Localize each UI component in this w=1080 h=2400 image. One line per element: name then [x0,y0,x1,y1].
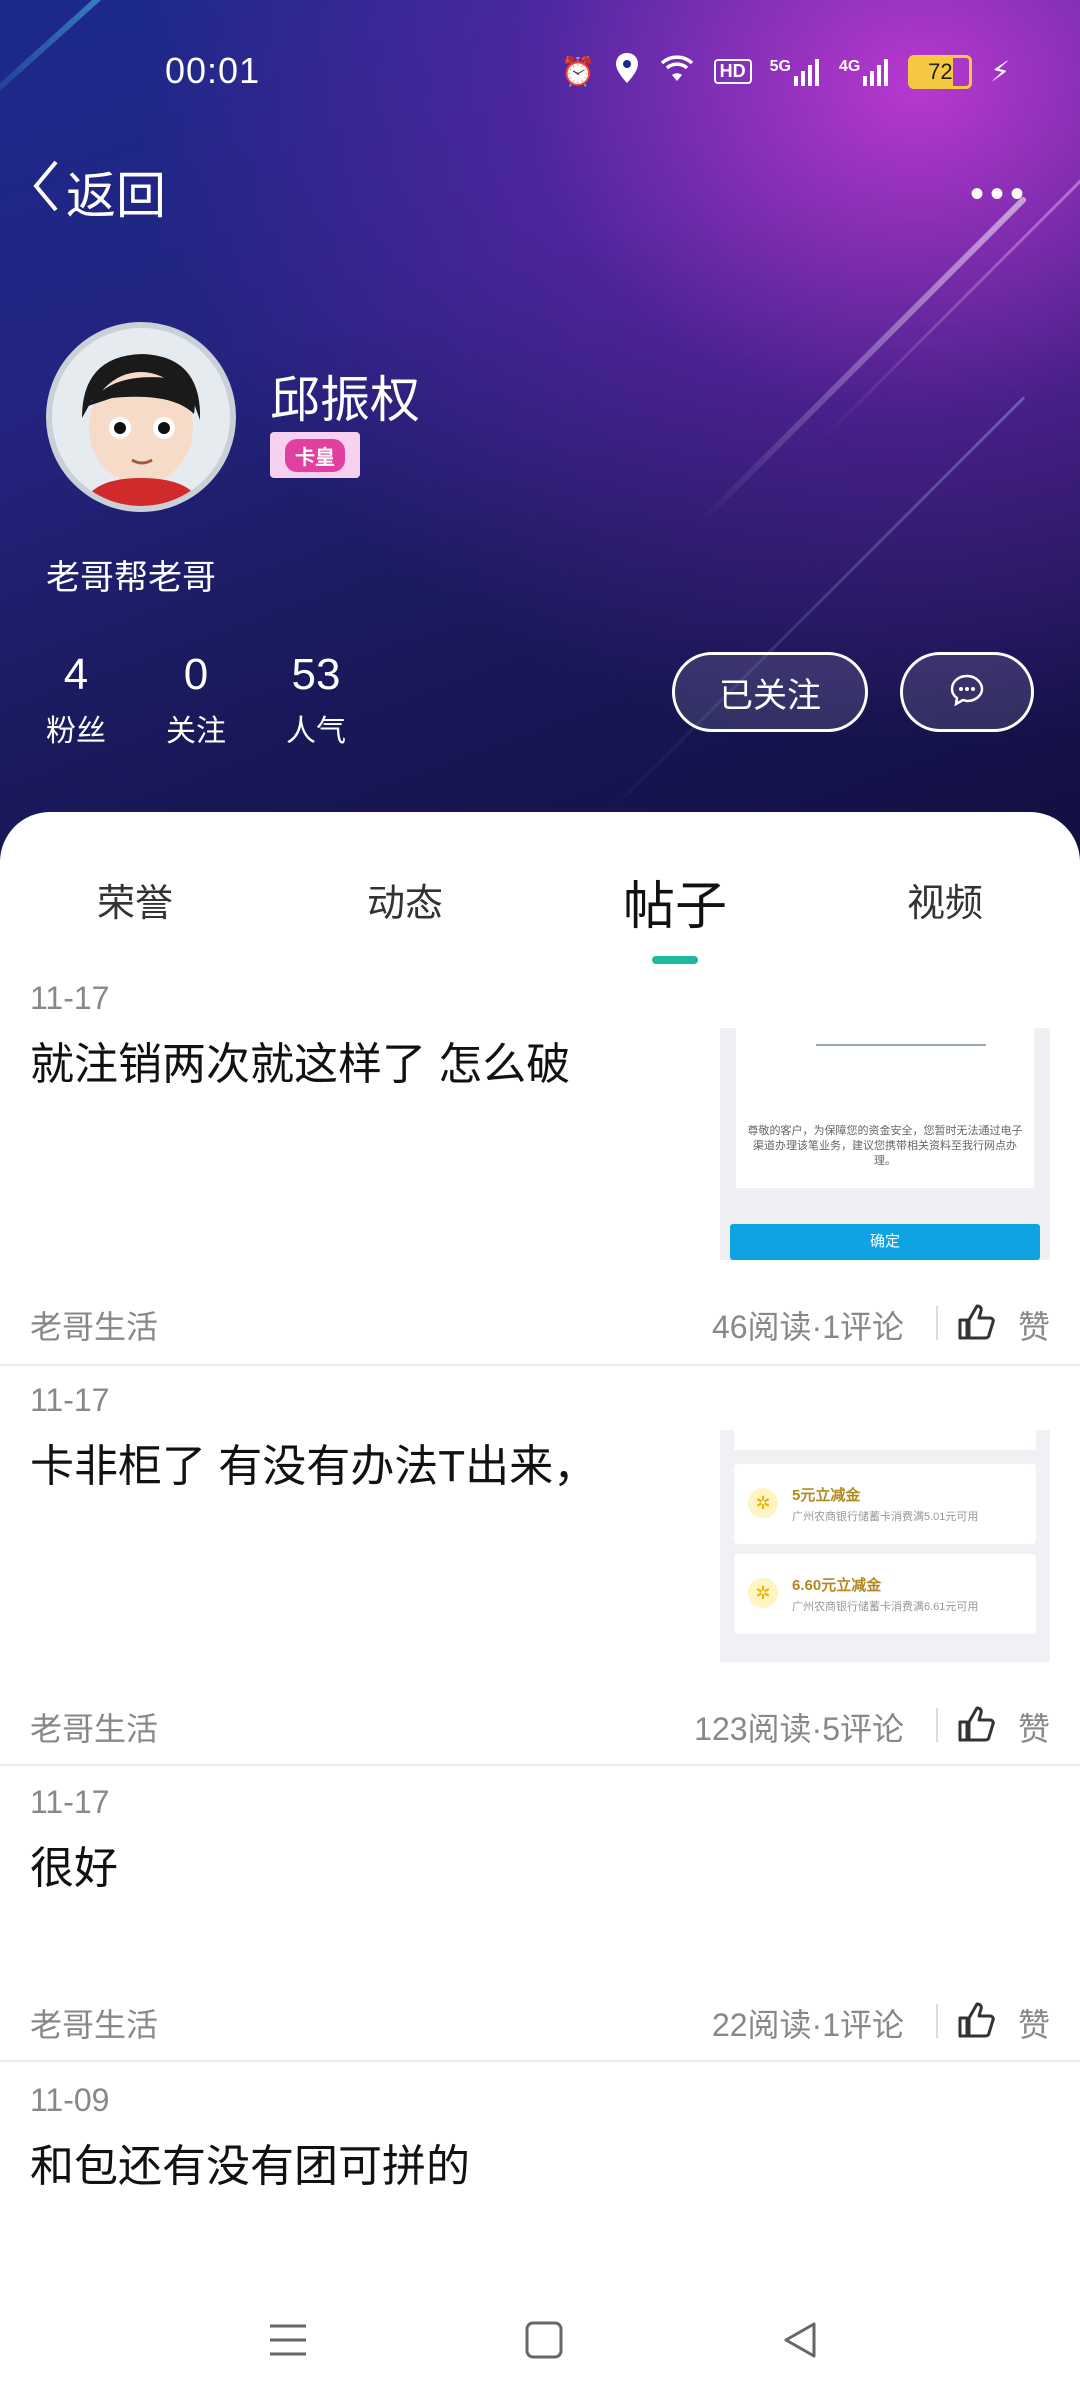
message-button[interactable] [900,652,1034,732]
stat-label: 人气 [286,715,346,748]
like-label[interactable]: 赞 [1018,2000,1050,2046]
signal-5g-icon: 5G [770,58,821,86]
post-title: 很好 [30,1844,118,1893]
post-thumbnail[interactable]: ✲ 5元立减金 广州农商银行储蓄卡消费满5.01元可用 ✲ 6.60元立减金 广… [720,1430,1050,1662]
divider [936,1708,938,1742]
post-stats: 123阅读·5评论 [694,1711,904,1747]
stat-label: 粉丝 [46,715,106,748]
stat-number: 53 [291,650,341,699]
tab-activity[interactable]: 动态 [367,872,443,927]
post-stats: 46阅读·1评论 [711,1309,904,1345]
system-nav-bar [0,2280,1080,2400]
decorative-streak [697,195,1028,526]
battery-icon: 72 [908,54,973,89]
like-label[interactable]: 赞 [1018,1704,1050,1750]
thumbs-up-icon[interactable] [956,1704,996,1744]
post-title: 和包还有没有团可拼的 [30,2142,470,2191]
tab-videos[interactable]: 视频 [907,872,983,927]
charging-icon: ⚡ [990,56,1010,87]
avatar[interactable] [46,322,236,512]
thumb-graphic [816,1044,986,1046]
post-date: 11-17 [30,980,110,1016]
post-item[interactable]: 11-17 卡非柜了 有没有办法T出来， ✲ 5元立减金 广州农商银行储蓄卡消费… [0,1382,1080,1782]
profile-tabs: 荣誉 动态 帖子 视频 [0,872,1080,952]
stat-fans[interactable]: 4 粉丝 [46,650,106,750]
decorative-streak [598,396,1026,823]
coupon-title: 6.60元立减金 [792,1577,882,1594]
post-category[interactable]: 老哥生活 [30,2000,158,2046]
alarm-icon: ⏰ [560,56,596,87]
coupon-card: ✲ 5元立减金 广州农商银行储蓄卡消费满5.01元可用 [734,1464,1036,1544]
post-footer: 老哥生活 46阅读·1评论 赞 [0,1292,1080,1352]
thumb-strip [734,1430,1036,1450]
top-nav: 返回 ••• [0,150,1080,230]
divider [936,1306,938,1340]
post-item[interactable]: 11-17 就注销两次就这样了 怎么破 尊敬的客户，为保障您的资金安全，您暂时无… [0,980,1080,1380]
home-icon[interactable] [524,2320,564,2360]
post-category[interactable]: 老哥生活 [30,1704,158,1750]
thumbs-up-icon[interactable] [956,1302,996,1342]
tab-honor[interactable]: 荣誉 [97,872,173,927]
coupon-icon: ✲ [748,1578,778,1608]
post-divider [0,1364,1080,1366]
status-time: 00:01 [165,50,261,91]
coupon-desc: 广州农商银行储蓄卡消费满6.61元可用 [792,1601,979,1613]
post-divider [0,1764,1080,1766]
wifi-icon [658,53,696,90]
stat-popularity: 53 人气 [286,650,346,750]
back-label: 返回 [66,168,166,224]
profile-stats: 4 粉丝 0 关注 53 人气 [46,650,346,750]
post-footer: 老哥生活 123阅读·5评论 赞 [0,1694,1080,1754]
level-badge: 卡皇 [270,432,360,478]
network-5g-label: 5G [769,57,791,75]
post-title: 就注销两次就这样了 怎么破 [30,1040,571,1089]
post-thumbnail[interactable]: 尊敬的客户，为保障您的资金安全，您暂时无法通过电子渠道办理该笔业务，建议您携带相… [720,1028,1050,1260]
status-bar: 00:01 ⏰ HD 5G 4G 72 ⚡ [0,40,1080,110]
content-panel: 荣誉 动态 帖子 视频 11-17 就注销两次就这样了 怎么破 尊敬的客户，为保… [0,812,1080,2400]
active-tab-indicator [652,956,698,964]
stat-number: 0 [183,650,209,699]
thumb-text: 尊敬的客户，为保障您的资金安全，您暂时无法通过电子渠道办理该笔业务，建议您携带相… [747,1125,1023,1167]
menu-icon[interactable] [268,2320,308,2360]
battery-level: 72 [928,58,953,84]
post-divider [0,2060,1080,2062]
post-date: 11-09 [30,2082,110,2118]
profile-name: 邱振权 [270,372,420,428]
back-button[interactable]: 返回 [30,156,166,228]
post-date: 11-17 [30,1382,110,1418]
stat-following[interactable]: 0 关注 [166,650,226,750]
coupon-card: ✲ 6.60元立减金 广州农商银行储蓄卡消费满6.61元可用 [734,1554,1036,1634]
profile-bio: 老哥帮老哥 [46,559,216,597]
tab-posts[interactable]: 帖子 [623,864,727,939]
profile-header: 00:01 ⏰ HD 5G 4G 72 ⚡ 返回 ••• 邱振权 卡皇 老哥帮老… [0,0,1080,860]
status-icons: ⏰ HD 5G 4G 72 ⚡ [561,52,1010,91]
stat-number: 4 [63,650,89,699]
network-4g-label: 4G [838,57,861,75]
thumb-content: 尊敬的客户，为保障您的资金安全，您暂时无法通过电子渠道办理该笔业务，建议您携带相… [736,1028,1034,1188]
post-item[interactable]: 11-17 很好 老哥生活 22阅读·1评论 赞 [0,1784,1080,2064]
follow-button[interactable]: 已关注 [672,652,868,732]
coupon-title: 5元立减金 [792,1487,861,1504]
post-stats: 22阅读·1评论 [711,2007,904,2043]
hd-icon: HD [713,59,752,84]
post-title: 卡非柜了 有没有办法T出来， [30,1442,598,1491]
post-category[interactable]: 老哥生活 [30,1302,158,1348]
more-options-icon[interactable]: ••• [970,172,1030,217]
chevron-left-icon [30,158,60,226]
coupon-icon: ✲ [748,1488,778,1518]
divider [936,2004,938,2038]
post-date: 11-17 [30,1784,110,1820]
chat-bubble-icon [950,674,984,711]
signal-4g-icon: 4G [839,58,890,86]
post-item[interactable]: 11-09 和包还有没有团可拼的 [0,2082,1080,2242]
back-triangle-icon[interactable] [780,2320,820,2360]
coupon-desc: 广州农商银行储蓄卡消费满5.01元可用 [792,1511,979,1523]
post-footer: 老哥生活 22阅读·1评论 赞 [0,1990,1080,2050]
stat-label: 关注 [166,715,226,748]
location-icon [614,52,640,91]
badge-label: 卡皇 [285,438,345,472]
thumb-confirm-button: 确定 [730,1224,1040,1260]
thumbs-up-icon[interactable] [956,2000,996,2040]
like-label[interactable]: 赞 [1018,1302,1050,1348]
